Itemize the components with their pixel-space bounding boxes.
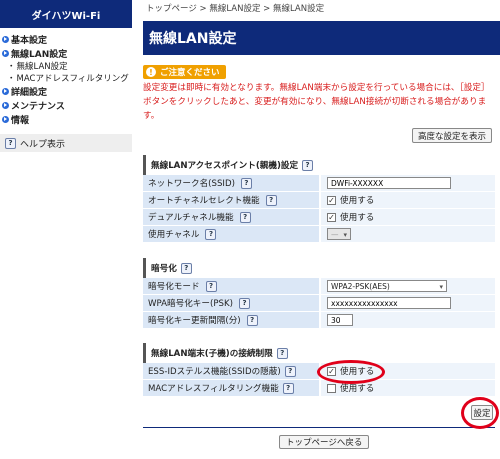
help-icon[interactable]: ? xyxy=(180,262,192,274)
sidebar-subitem-label: 無線LAN設定 xyxy=(16,62,68,72)
help-icon[interactable]: ? xyxy=(205,228,217,240)
section-title: 暗号化 xyxy=(151,264,177,274)
field-label: 暗号化キー更新間隔(分) xyxy=(148,316,241,326)
auto-channel-checkbox[interactable]: ✓ xyxy=(327,195,336,205)
form-row: 使用チャネル? — ▾ xyxy=(143,226,495,243)
field-label: 使用チャネル xyxy=(148,230,200,240)
breadcrumb: トップページ > 無線LAN設定 > 無線LAN設定 xyxy=(146,4,325,14)
section-header: 暗号化 ? xyxy=(143,258,495,278)
ssid-input[interactable] xyxy=(327,177,451,189)
help-icon[interactable]: ? xyxy=(302,159,314,171)
sidebar-item-wireless[interactable]: 無線LAN設定 xyxy=(0,46,132,60)
mac-filter-checkbox[interactable] xyxy=(327,383,336,393)
help-icon[interactable]: ? xyxy=(284,365,296,377)
section-title: 無線LANアクセスポイント(親機)設定 xyxy=(151,161,299,171)
sidebar-item-label: 無線LAN設定 xyxy=(11,49,68,60)
form-row: オートチャネルセレクト機能? ✓ 使用する xyxy=(143,192,495,209)
field-label: ESS-IDステルス機能(SSIDの隠蔽) xyxy=(148,367,281,377)
field-label: ネットワーク名(SSID) xyxy=(148,179,235,189)
help-icon[interactable]: ? xyxy=(239,211,251,223)
notice-text: 設定変更は即時に有効となります。無線LAN端末から設定を行っている場合には、［設… xyxy=(143,83,490,121)
highlight-ring-stealth xyxy=(317,360,385,384)
section-header: 無線LANアクセスポイント(親機)設定 ? xyxy=(143,155,495,175)
arrow-bullet-icon xyxy=(2,101,9,109)
help-icon: ? xyxy=(5,137,16,149)
help-toggle[interactable]: ? ヘルプ表示 xyxy=(0,134,132,152)
sidebar-item-label: 基本設定 xyxy=(11,35,48,46)
sidebar-subitem-mac-filter[interactable]: ・ MACアドレスフィルタリング xyxy=(0,72,132,84)
notice-badge: ! ご注意ください xyxy=(143,65,226,79)
help-icon[interactable]: ? xyxy=(238,297,250,309)
sidebar-nav: 基本設定 無線LAN設定 ・無線LAN設定 ・ MACアドレスフィルタリング 詳細… xyxy=(0,28,132,152)
channel-select[interactable]: — ▾ xyxy=(327,228,351,240)
back-to-top-button[interactable]: トップページへ戻る xyxy=(279,435,370,449)
divider xyxy=(143,427,495,428)
sidebar-item-advanced[interactable]: 詳細設定 xyxy=(0,84,132,98)
arrow-bullet-icon xyxy=(2,35,9,43)
arrow-bullet-icon xyxy=(2,49,9,57)
highlight-ring-save xyxy=(461,397,499,429)
help-icon[interactable]: ? xyxy=(282,382,294,394)
chevron-down-icon: ▾ xyxy=(439,283,443,291)
encryption-mode-select[interactable]: WPA2-PSK(AES) ▾ xyxy=(327,280,447,292)
form-row: 暗号化キー更新間隔(分)? xyxy=(143,312,495,329)
checkbox-label: 使用する xyxy=(340,196,375,206)
help-icon[interactable]: ? xyxy=(246,314,258,326)
help-icon[interactable]: ? xyxy=(276,347,288,359)
field-label: WPA暗号化キー(PSK) xyxy=(148,299,233,309)
show-advanced-button[interactable]: 高度な設定を表示 xyxy=(411,128,492,143)
field-label: MACアドレスフィルタリング機能 xyxy=(148,384,279,394)
form-row: WPA暗号化キー(PSK)? xyxy=(143,295,495,312)
sidebar-subitem-label: MACアドレスフィルタリング xyxy=(16,74,129,84)
field-label: デュアルチャネル機能 xyxy=(148,213,234,223)
sidebar-item-info[interactable]: 情報 xyxy=(0,112,132,126)
key-interval-input[interactable] xyxy=(327,314,353,326)
sidebar: ダイハツWi-Fi 基本設定 無線LAN設定 ・無線LAN設定 ・ MACアドレス… xyxy=(0,0,132,459)
psk-input[interactable] xyxy=(327,297,451,309)
form-row: MACアドレスフィルタリング機能? 使用する xyxy=(143,380,495,397)
sidebar-item-label: メンテナンス xyxy=(11,101,65,112)
sidebar-item-basic[interactable]: 基本設定 xyxy=(0,32,132,46)
chevron-down-icon: ▾ xyxy=(343,231,347,239)
brand-logo: ダイハツWi-Fi xyxy=(0,0,132,28)
encryption-section: 暗号化 ? 暗号化モード? WPA2-PSK(AES) ▾ WPA暗号化キー(PS… xyxy=(143,258,495,329)
field-label: 暗号化モード xyxy=(148,282,200,292)
help-icon[interactable]: ? xyxy=(205,280,217,292)
section-title: 無線LAN端末(子機)の接続制限 xyxy=(151,349,273,359)
checkbox-label: 使用する xyxy=(340,213,375,223)
form-row: ネットワーク名(SSID)? xyxy=(143,175,495,192)
form-row: 暗号化モード? WPA2-PSK(AES) ▾ xyxy=(143,278,495,295)
page-title: 無線LAN設定 xyxy=(143,21,500,55)
dual-channel-checkbox[interactable]: ✓ xyxy=(327,212,336,222)
help-icon[interactable]: ? xyxy=(265,194,277,206)
arrow-bullet-icon xyxy=(2,87,9,95)
help-icon[interactable]: ? xyxy=(240,177,252,189)
help-label: ヘルプ表示 xyxy=(20,139,66,150)
form-row: デュアルチャネル機能? ✓ 使用する xyxy=(143,209,495,226)
exclamation-icon: ! xyxy=(146,67,156,77)
sidebar-item-label: 詳細設定 xyxy=(11,87,48,98)
sidebar-subitem-wireless-settings[interactable]: ・無線LAN設定 xyxy=(0,60,132,72)
main-content: トップページ > 無線LAN設定 > 無線LAN設定 無線LAN設定 ! ご注意… xyxy=(143,0,500,459)
ap-settings-section: 無線LANアクセスポイント(親機)設定 ? ネットワーク名(SSID)? オート… xyxy=(143,155,495,243)
section-header: 無線LAN端末(子機)の接続制限 ? xyxy=(143,343,495,363)
arrow-bullet-icon xyxy=(2,115,9,123)
sidebar-item-label: 情報 xyxy=(11,115,30,126)
notice-badge-label: ご注意ください xyxy=(160,68,220,78)
field-label: オートチャネルセレクト機能 xyxy=(148,196,260,206)
sidebar-item-maintenance[interactable]: メンテナンス xyxy=(0,98,132,112)
